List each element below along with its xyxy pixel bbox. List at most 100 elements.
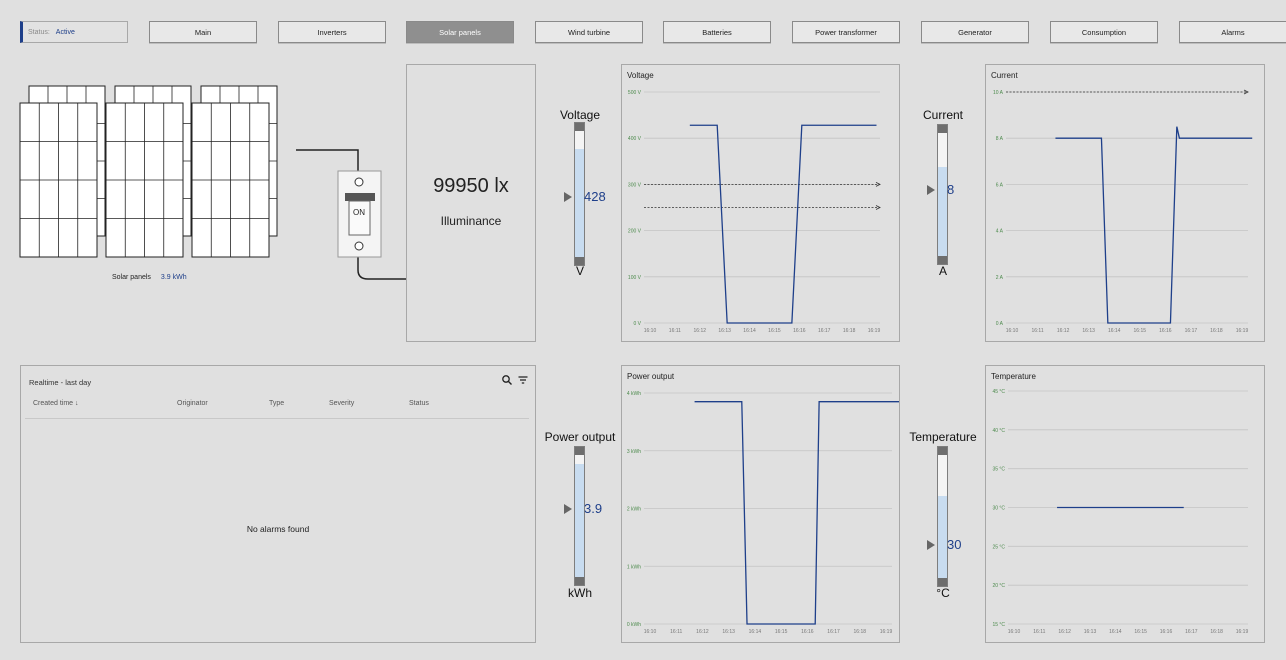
current-chart: 0 A 2 A 4 A 6 A 8 A 10 A 16:10 16:11 16:12 16:13 1…	[993, 89, 1253, 334]
nav-button-power-transformer[interactable]: Power transformer	[792, 21, 900, 43]
nav-button-main[interactable]: Main	[149, 21, 257, 43]
x-tick-label: 16:18	[843, 328, 856, 334]
panels-energy: 3.9 kWh	[160, 274, 187, 281]
temperature-gauge-pointer	[927, 540, 935, 550]
x-tick-label: 16:15	[768, 328, 781, 334]
power-gauge-value: 3.9	[584, 501, 603, 516]
nav-button-wind-turbine[interactable]: Wind turbine	[535, 21, 643, 43]
x-tick-label: 16:16	[793, 328, 806, 334]
column-header-label: Type	[269, 400, 285, 407]
x-tick-label: 16:11	[1031, 328, 1043, 334]
filter-icon[interactable]	[517, 374, 529, 386]
illuminance-value: 99950 lx	[433, 175, 509, 197]
voltage-chart-panel: Voltage 0 V 100 V 200 V 300 V 400 V 500 V 16:1…	[621, 64, 900, 342]
column-header-type[interactable]: Type	[269, 400, 284, 407]
current-gauge-pointer	[927, 185, 935, 195]
y-tick-label: 100 V	[628, 275, 642, 281]
series-line	[689, 124, 877, 324]
x-tick-label: 16:12	[694, 328, 707, 334]
y-tick-label: 200 V	[628, 229, 642, 235]
x-tick-label: 16:16	[1159, 328, 1172, 334]
power-gauge-pointer	[564, 504, 572, 514]
column-header-severity[interactable]: Severity	[329, 400, 354, 407]
x-tick-label: 16:17	[827, 629, 840, 635]
x-tick-label: 16:11	[670, 629, 682, 635]
x-tick-label: 16:14	[1108, 328, 1121, 334]
column-header-label: Severity	[329, 400, 355, 407]
x-tick-label: 16:17	[818, 328, 831, 334]
power-gauge-unit: kWh	[568, 586, 592, 600]
x-tick-label: 16:18	[854, 629, 867, 635]
y-tick-label: 20 °C	[992, 583, 1005, 589]
current-gauge-unit: A	[938, 264, 947, 278]
current-chart-panel: Current 0 A2 A4 A6 A8 A 10 A 16:10 16:11 16:…	[985, 64, 1265, 342]
y-tick-label: 400 V	[628, 136, 642, 142]
nav-button-alarms[interactable]: Alarms	[1179, 21, 1286, 43]
x-tick-label: 16:12	[1057, 328, 1070, 334]
solar-panel	[191, 102, 270, 258]
x-tick-label: 16:19	[1236, 629, 1249, 635]
x-tick-label: 16:19	[1236, 328, 1249, 334]
alarms-title: Realtime - last day	[29, 378, 92, 387]
status-value: Active	[55, 28, 75, 36]
solar-panel-diagram: ON	[19, 85, 407, 280]
voltage-gauge-unit: V	[575, 264, 584, 278]
voltage-gauge-pointer	[564, 192, 572, 202]
power-chart-panel: Power output 0 kWh 1 kWh 2 kWh 3 kWh 4 kWh 16…	[621, 365, 900, 643]
x-tick-label: 16:13	[718, 328, 731, 334]
y-tick-label: 3 kWh	[627, 449, 641, 455]
x-tick-label: 16:17	[1185, 328, 1198, 334]
y-tick-label: 4 A	[996, 229, 1004, 235]
x-tick-label: 16:12	[696, 629, 709, 635]
y-tick-label: 4 kWh	[627, 391, 641, 397]
y-tick-label: 6 A	[996, 182, 1004, 188]
panels-label: Solar panels	[112, 274, 151, 281]
y-tick-label: 2 kWh	[627, 507, 641, 513]
temperature-chart-panel: Temperature 15 °C 20 °C 25 °C 30 °C 35 °C 40 …	[985, 365, 1265, 643]
y-tick-label: 30 °C	[992, 506, 1005, 512]
column-header-created-time[interactable]: Created time ↓	[33, 400, 79, 407]
x-tick-label: 16:14	[749, 629, 762, 635]
status-indicator: Status: Active	[20, 21, 128, 43]
x-tick-label: 16:10	[644, 328, 657, 334]
nav-button-batteries[interactable]: Batteries	[663, 21, 771, 43]
nav-button-generator[interactable]: Generator	[921, 21, 1029, 43]
nav-button-consumption[interactable]: Consumption	[1050, 21, 1158, 43]
x-tick-label: 16:17	[1185, 629, 1198, 635]
table-divider	[25, 418, 529, 419]
x-tick-label: 16:13	[1082, 328, 1095, 334]
sort-arrow-icon: ↓	[73, 400, 79, 407]
x-tick-label: 16:15	[1134, 328, 1147, 334]
y-tick-label: 0 A	[996, 321, 1004, 327]
y-tick-label: 500 V	[628, 90, 642, 96]
temperature-gauge-unit: °C	[936, 586, 950, 600]
column-header-status[interactable]: Status	[409, 400, 429, 407]
y-tick-label: 15 °C	[992, 622, 1005, 628]
x-tick-label: 16:18	[1210, 328, 1223, 334]
y-tick-label: 25 °C	[992, 544, 1005, 550]
y-tick-label: 0 kWh	[627, 622, 641, 628]
x-tick-label: 16:14	[743, 328, 756, 334]
power-gauge-bar	[574, 446, 585, 586]
x-tick-label: 16:14	[1109, 629, 1122, 635]
x-tick-label: 16:15	[775, 629, 788, 635]
nav-button-solar-panels[interactable]: Solar panels	[406, 21, 514, 43]
nav-button-inverters[interactable]: Inverters	[278, 21, 386, 43]
series-line	[694, 401, 899, 625]
current-gauge-title: Current	[922, 108, 963, 122]
temperature-chart: 15 °C 20 °C 25 °C 30 °C 35 °C 40 °C 45 °C 16:10…	[992, 389, 1249, 635]
y-tick-label: 0 V	[633, 321, 641, 327]
illuminance-card: 99950 lx Illuminance	[406, 64, 536, 342]
solar-panel	[19, 102, 98, 258]
column-header-originator[interactable]: Originator	[177, 400, 208, 407]
y-tick-label: 45 °C	[992, 389, 1005, 395]
search-icon[interactable]	[501, 374, 513, 386]
switch-label: ON	[353, 208, 365, 217]
illuminance-label: Illuminance	[440, 214, 502, 228]
alarms-widget: Realtime - last day Created time ↓ Origin…	[20, 365, 536, 643]
voltage-gauge-title: Voltage	[559, 108, 601, 122]
y-tick-label: 8 A	[996, 136, 1004, 142]
y-tick-label: 35 °C	[992, 467, 1005, 473]
y-tick-label: 40 °C	[992, 428, 1005, 434]
x-tick-label: 16:16	[1160, 629, 1173, 635]
